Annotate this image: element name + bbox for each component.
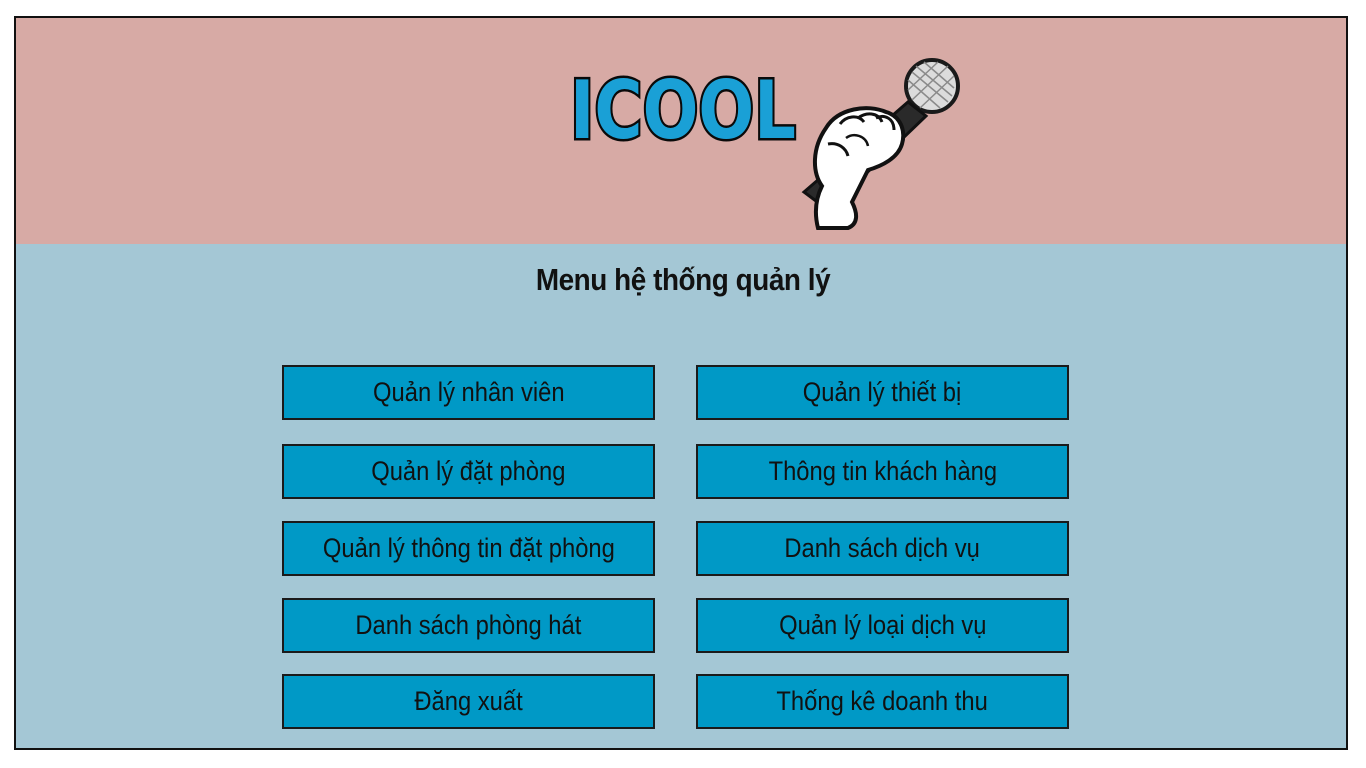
menu-panel bbox=[16, 244, 1346, 748]
app-logo: ICOOL bbox=[564, 52, 964, 232]
button-label: Quản lý nhân viên bbox=[372, 377, 565, 407]
button-label: Thống kê doanh thu bbox=[776, 686, 989, 716]
service-list-button[interactable]: Danh sách dịch vụ bbox=[696, 521, 1069, 576]
header-banner: ICOOL bbox=[16, 18, 1346, 244]
button-label: Danh sách phòng hát bbox=[355, 610, 582, 640]
service-type-management-button[interactable]: Quản lý loại dịch vụ bbox=[696, 598, 1069, 653]
logo-wordmark-text: ICOOL bbox=[570, 64, 796, 152]
button-label: Quản lý thiết bị bbox=[803, 377, 962, 407]
customer-info-button[interactable]: Thông tin khách hàng bbox=[696, 444, 1069, 499]
button-label: Thông tin khách hàng bbox=[768, 456, 997, 486]
button-label: Quản lý thông tin đặt phòng bbox=[322, 533, 615, 563]
karaoke-room-list-button[interactable]: Danh sách phòng hát bbox=[282, 598, 655, 653]
button-label: Quản lý đặt phòng bbox=[371, 456, 566, 486]
button-label: Quản lý loại dịch vụ bbox=[778, 610, 987, 640]
page-title: Menu hệ thống quản lý bbox=[535, 262, 831, 297]
revenue-statistics-button[interactable]: Thống kê doanh thu bbox=[696, 674, 1069, 729]
booking-info-management-button[interactable]: Quản lý thông tin đặt phòng bbox=[282, 521, 655, 576]
booking-management-button[interactable]: Quản lý đặt phòng bbox=[282, 444, 655, 499]
logo-wordmark: ICOOL bbox=[568, 62, 799, 153]
logout-button[interactable]: Đăng xuất bbox=[282, 674, 655, 729]
button-label: Danh sách dịch vụ bbox=[784, 533, 981, 563]
employee-management-button[interactable]: Quản lý nhân viên bbox=[282, 365, 655, 420]
equipment-management-button[interactable]: Quản lý thiết bị bbox=[696, 365, 1069, 420]
microphone-in-hand-icon bbox=[801, 58, 960, 230]
app-window: ICOOL bbox=[14, 16, 1348, 750]
button-label: Đăng xuất bbox=[414, 686, 523, 716]
